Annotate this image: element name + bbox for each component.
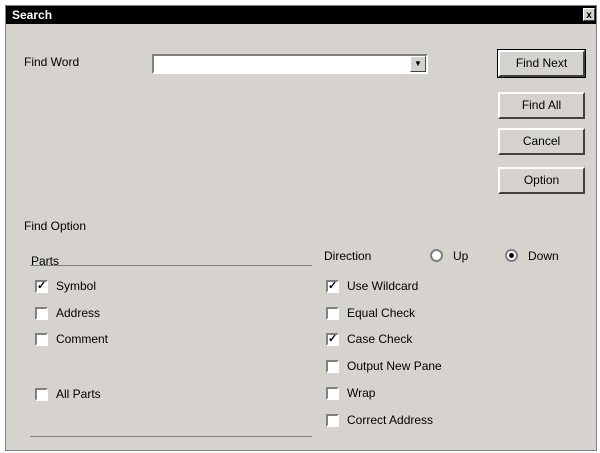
find-word-input[interactable]: [156, 56, 410, 74]
check-icon: ✓: [328, 280, 338, 292]
search-dialog: Search x Find Word ▼ Find Next Find All …: [5, 5, 597, 451]
dropdown-arrow-icon[interactable]: ▼: [410, 56, 426, 72]
wrap-checkbox[interactable]: [326, 387, 339, 400]
comment-checkbox[interactable]: [35, 333, 48, 346]
address-label: Address: [56, 306, 101, 320]
equal-check-checkbox[interactable]: [326, 307, 339, 320]
symbol-checkbox[interactable]: ✓: [35, 280, 48, 293]
output-new-pane-checkbox[interactable]: [326, 360, 339, 373]
all-parts-label: All Parts: [56, 387, 101, 401]
use-wildcard-checkbox[interactable]: ✓: [326, 280, 339, 293]
case-check-checkbox[interactable]: ✓: [326, 333, 339, 346]
find-option-label: Find Option: [24, 219, 87, 233]
direction-up-radio[interactable]: [430, 249, 443, 262]
parts-group-bottom-edge: [30, 436, 312, 437]
all-parts-checkbox[interactable]: [35, 388, 48, 401]
parts-group-divider: [30, 265, 312, 266]
window-title: Search: [12, 8, 53, 22]
symbol-label: Symbol: [56, 279, 97, 293]
cancel-button[interactable]: Cancel: [498, 128, 585, 155]
direction-down-label: Down: [528, 249, 559, 263]
wrap-label: Wrap: [347, 386, 376, 400]
direction-label: Direction: [324, 249, 372, 263]
equal-check-label: Equal Check: [347, 306, 416, 320]
check-icon: ✓: [328, 333, 338, 345]
comment-label: Comment: [56, 332, 109, 346]
option-button[interactable]: Option: [498, 167, 585, 194]
find-all-button[interactable]: Find All: [498, 92, 585, 119]
radio-selected-dot-icon: [509, 253, 514, 258]
correct-address-label: Correct Address: [347, 413, 434, 427]
address-checkbox[interactable]: [35, 307, 48, 320]
case-check-label: Case Check: [347, 332, 413, 346]
find-word-label: Find Word: [24, 55, 80, 69]
direction-up-label: Up: [453, 249, 469, 263]
output-new-pane-label: Output New Pane: [347, 359, 442, 373]
direction-down-radio[interactable]: [505, 249, 518, 262]
close-icon[interactable]: x: [583, 8, 595, 21]
correct-address-checkbox[interactable]: [326, 414, 339, 427]
use-wildcard-label: Use Wildcard: [347, 279, 419, 293]
check-icon: ✓: [37, 280, 47, 292]
find-word-combobox[interactable]: ▼: [152, 54, 428, 74]
title-bar: Search x: [6, 6, 596, 24]
find-next-button[interactable]: Find Next: [497, 49, 586, 78]
